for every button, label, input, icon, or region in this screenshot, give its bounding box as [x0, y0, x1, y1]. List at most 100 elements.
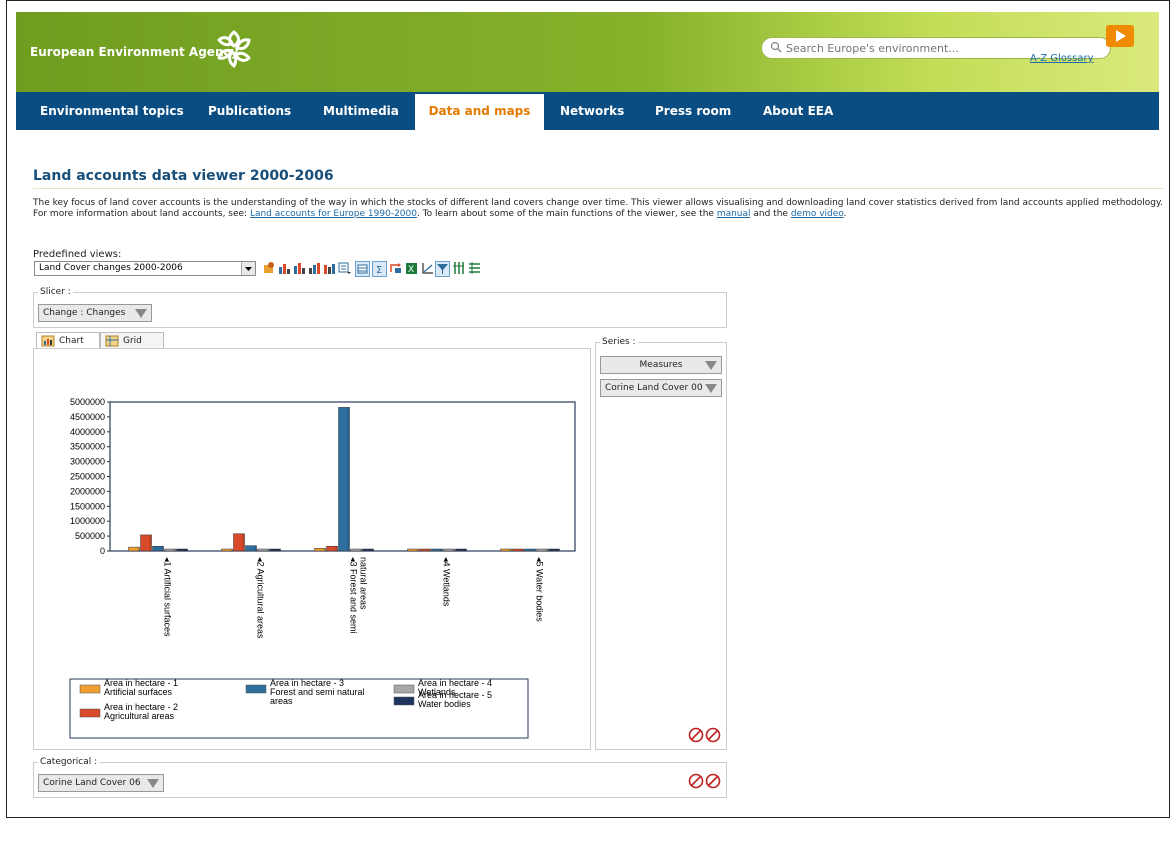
- intro-text: . To learn about some of the main functi…: [416, 209, 717, 219]
- intro-text: .: [843, 209, 847, 219]
- bar-shade: [557, 549, 560, 551]
- excel-export-icon[interactable]: X: [405, 261, 418, 275]
- series-panel: Series : Measures Corine Land Cover 00: [595, 337, 727, 750]
- legend-swatch: [79, 684, 101, 694]
- manual-link[interactable]: manual: [717, 209, 751, 219]
- land-accounts-link[interactable]: Land accounts for Europe 1990-2000: [250, 209, 417, 219]
- y-tick-label: 2500000: [70, 472, 105, 482]
- nav-publications[interactable]: Publications: [196, 92, 303, 130]
- tab-chart-label: Chart: [59, 336, 84, 346]
- glossary-link[interactable]: A-Z Glossary: [1030, 53, 1093, 64]
- legend-label-line: areas: [270, 696, 293, 706]
- legend-swatch: [245, 684, 267, 694]
- dropdown-triangle-icon: [147, 779, 159, 788]
- legend-label: Area in hectare - 1 Artificial surfaces: [104, 678, 178, 697]
- dropdown-arrow-icon[interactable]: [241, 262, 255, 275]
- bar-shade: [278, 549, 281, 551]
- bar-shade: [464, 549, 467, 551]
- bar-shade: [149, 534, 152, 551]
- y-tick-label: 0: [100, 546, 105, 556]
- category-label: ◂4 Wetlands: [442, 557, 452, 607]
- filter-icon[interactable]: [435, 261, 450, 277]
- site-logo-text[interactable]: European Environment Agency: [30, 45, 238, 59]
- nav-about-eea[interactable]: About EEA: [751, 92, 845, 130]
- slicer-dropdown-label: Change : Changes: [43, 308, 126, 318]
- corine-00-dropdown[interactable]: Corine Land Cover 00: [600, 379, 722, 397]
- axis-icon[interactable]: [421, 261, 434, 275]
- categorical-legend: Categorical :: [38, 757, 100, 767]
- eea-logo-icon[interactable]: [211, 26, 257, 72]
- dropdown-triangle-icon: [705, 384, 717, 393]
- bar-shade: [161, 546, 164, 551]
- demo-video-link[interactable]: demo video: [791, 209, 844, 219]
- stacked-bar-icon[interactable]: [293, 261, 306, 275]
- bar-chart-icon[interactable]: [278, 261, 291, 275]
- dropdown-triangle-icon: [135, 309, 147, 318]
- clear-categorical-icons[interactable]: [688, 773, 722, 789]
- tab-grid[interactable]: Grid: [100, 332, 164, 348]
- clear-series-icon: [705, 727, 721, 743]
- main-nav: Environmental topics Publications Multim…: [16, 92, 1159, 130]
- column-chart-icon[interactable]: [308, 261, 321, 275]
- nav-press-room[interactable]: Press room: [643, 92, 743, 130]
- y-tick-label: 3000000: [70, 457, 105, 467]
- legend-label-line: Water bodies: [418, 699, 471, 709]
- percent-chart-icon[interactable]: [323, 261, 336, 275]
- slicer-dropdown[interactable]: Change : Changes: [38, 304, 152, 322]
- category-label-line: ◂5 Water bodies: [535, 557, 545, 622]
- legend-label: Area in hectare - 2 Agricultural areas: [104, 702, 178, 721]
- tab-grid-label: Grid: [123, 336, 142, 346]
- legend-swatch: [393, 696, 415, 706]
- search-icon: [770, 41, 782, 53]
- y-tick-label: 3500000: [70, 442, 105, 452]
- bar-shade: [185, 549, 188, 551]
- page-title: Land accounts data viewer 2000-2006: [33, 168, 334, 184]
- nav-networks[interactable]: Networks: [548, 92, 636, 130]
- expand-columns-icon[interactable]: [452, 261, 465, 275]
- y-tick-label: 4500000: [70, 412, 105, 422]
- category-label: ◂5 Water bodies: [535, 557, 545, 622]
- swap-axes-icon[interactable]: [389, 261, 402, 275]
- category-label-line: ◂3 Forest and semi: [349, 557, 359, 634]
- tab-chart[interactable]: Chart: [36, 332, 100, 349]
- measures-dropdown[interactable]: Measures: [600, 356, 722, 374]
- site-header: European Environment Agency: [16, 12, 1159, 92]
- bar-shade: [323, 548, 326, 551]
- svg-text:Σ: Σ: [376, 265, 382, 276]
- categorical-dropdown[interactable]: Corine Land Cover 06: [38, 774, 164, 792]
- search-go-button[interactable]: [1106, 25, 1134, 47]
- open-view-icon[interactable]: [262, 261, 275, 275]
- predefined-views-select[interactable]: Land Cover changes 2000-2006: [34, 261, 256, 276]
- bar-shade: [254, 545, 257, 551]
- bar-shade: [230, 549, 233, 551]
- y-tick-label: 5000000: [70, 397, 105, 407]
- predefined-views-label: Predefined views:: [33, 249, 122, 260]
- grid-view-icon[interactable]: [355, 261, 370, 277]
- svg-text:X: X: [408, 265, 414, 275]
- y-tick-label: 500000: [75, 531, 105, 541]
- expand-rows-icon[interactable]: [468, 261, 481, 275]
- legend-swatch: [393, 684, 415, 694]
- bar-shade: [335, 546, 338, 551]
- bar-shade: [416, 549, 419, 551]
- category-label-line: ◂2 Agricultural areas: [256, 557, 266, 639]
- legend-swatch: [79, 708, 101, 718]
- bar-shade: [509, 549, 512, 551]
- nav-data-and-maps[interactable]: Data and maps: [415, 92, 544, 130]
- clear-series-icons[interactable]: [688, 727, 722, 743]
- category-label-line: ◂1 Artificial surfaces: [163, 557, 173, 637]
- category-label: ◂2 Agricultural areas: [256, 557, 266, 639]
- y-tick-label: 2000000: [70, 486, 105, 496]
- y-tick-label: 1500000: [70, 501, 105, 511]
- bar-shade: [533, 549, 536, 551]
- grid-tab-icon: [105, 335, 119, 347]
- bar-shade: [452, 549, 455, 551]
- chart-area: 5000000450000040000003500000300000025000…: [69, 397, 576, 739]
- legend-label-line: Agricultural areas: [104, 711, 175, 721]
- bar-shade: [347, 407, 350, 551]
- intro-paragraph: The key focus of land cover accounts is …: [33, 198, 1163, 220]
- sum-icon[interactable]: Σ: [372, 261, 387, 277]
- nav-environmental-topics[interactable]: Environmental topics: [28, 92, 196, 130]
- chart-options-icon[interactable]: [338, 261, 351, 275]
- nav-multimedia[interactable]: Multimedia: [311, 92, 411, 130]
